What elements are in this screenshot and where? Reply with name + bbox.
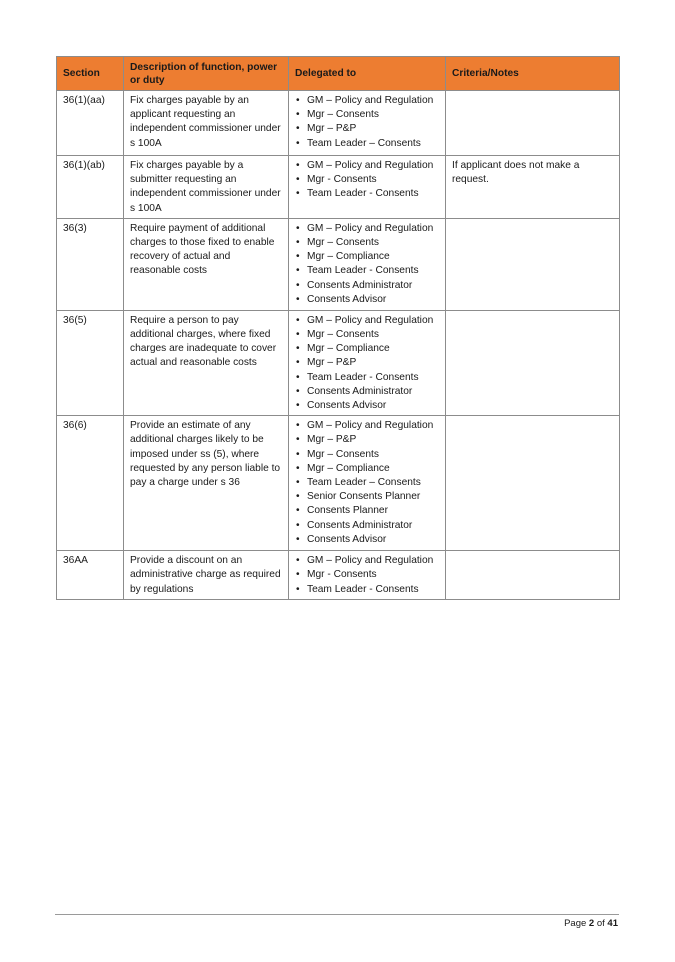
cell-section: 36(3) — [56, 217, 124, 311]
delegate-list: GM – Policy and RegulationMgr – Consents… — [295, 314, 439, 414]
table-row: 36(6) Provide an estimate of any addition… — [56, 415, 620, 552]
delegate-list-item: Team Leader – Consents — [296, 476, 439, 490]
cell-section: 36(1)(aa) — [56, 90, 124, 156]
delegate-list: GM – Policy and RegulationMgr – Consents… — [295, 222, 439, 307]
delegate-list-item: GM – Policy and Regulation — [296, 314, 439, 328]
delegate-list: GM – Policy and RegulationMgr – Consents… — [295, 94, 439, 151]
delegate-list-item: GM – Policy and Regulation — [296, 94, 439, 108]
delegate-list-item: Consents Advisor — [296, 399, 439, 413]
table-header-row: Section Description of function, power o… — [56, 56, 620, 91]
cell-description: Provide an estimate of any additional ch… — [123, 415, 289, 552]
delegate-list-item: Consents Advisor — [296, 533, 439, 547]
cell-section: 36(5) — [56, 309, 124, 417]
delegate-list: GM – Policy and RegulationMgr - Consents… — [295, 554, 439, 597]
delegate-list-item: Mgr - Consents — [296, 568, 439, 582]
table-row: 36AA Provide a discount on an administrat… — [56, 550, 620, 601]
delegate-list-item: Mgr – Consents — [296, 328, 439, 342]
header-criteria-notes: Criteria/Notes — [445, 56, 620, 91]
delegate-list-item: Mgr – Compliance — [296, 250, 439, 264]
cell-delegated-to: GM – Policy and RegulationMgr – Consents… — [288, 90, 446, 156]
delegate-list-item: Senior Consents Planner — [296, 490, 439, 504]
delegate-list: GM – Policy and RegulationMgr – P&PMgr –… — [295, 419, 439, 547]
header-delegated-to: Delegated to — [288, 56, 446, 91]
delegate-list-item: GM – Policy and Regulation — [296, 159, 439, 173]
delegate-list-item: Mgr - Consents — [296, 173, 439, 187]
cell-delegated-to: GM – Policy and RegulationMgr – P&PMgr –… — [288, 415, 446, 552]
delegate-list-item: GM – Policy and Regulation — [296, 554, 439, 568]
cell-delegated-to: GM – Policy and RegulationMgr – Consents… — [288, 217, 446, 311]
cell-description: Require payment of additional charges to… — [123, 217, 289, 311]
delegate-list-item: Mgr – P&P — [296, 122, 439, 136]
delegate-list-item: Consents Administrator — [296, 279, 439, 293]
cell-criteria-notes — [445, 309, 620, 417]
delegate-list-item: Mgr – Consents — [296, 108, 439, 122]
page-prefix: Page — [564, 918, 587, 929]
cell-section: 36AA — [56, 550, 124, 601]
delegate-list-item: Mgr – Consents — [296, 448, 439, 462]
delegate-list-item: Mgr – Consents — [296, 236, 439, 250]
delegate-list-item: Consents Administrator — [296, 385, 439, 399]
cell-delegated-to: GM – Policy and RegulationMgr - Consents… — [288, 550, 446, 601]
delegate-list-item: Consents Planner — [296, 504, 439, 518]
delegate-list-item: Consents Advisor — [296, 293, 439, 307]
cell-section: 36(1)(ab) — [56, 155, 124, 219]
delegate-list-item: Team Leader - Consents — [296, 371, 439, 385]
delegate-list-item: GM – Policy and Regulation — [296, 222, 439, 236]
delegate-list-item: Team Leader – Consents — [296, 137, 439, 151]
table-row: 36(1)(aa) Fix charges payable by an appli… — [56, 90, 620, 156]
cell-description: Fix charges payable by a submitter reque… — [123, 155, 289, 219]
cell-delegated-to: GM – Policy and RegulationMgr - Consents… — [288, 155, 446, 219]
cell-criteria-notes — [445, 550, 620, 601]
cell-section: 36(6) — [56, 415, 124, 552]
delegate-list-item: GM – Policy and Regulation — [296, 419, 439, 433]
cell-criteria-notes: If applicant does not make a request. — [445, 155, 620, 219]
page-number: Page 2 of 41 — [564, 918, 618, 929]
cell-description: Fix charges payable by an applicant requ… — [123, 90, 289, 156]
delegate-list-item: Team Leader - Consents — [296, 583, 439, 597]
document-page: Section Description of function, power o… — [0, 0, 675, 962]
page-of: of — [596, 918, 605, 929]
delegate-list-item: Team Leader - Consents — [296, 264, 439, 278]
delegate-list: GM – Policy and RegulationMgr - Consents… — [295, 159, 439, 202]
cell-description: Provide a discount on an administrative … — [123, 550, 289, 601]
table-row: 36(5) Require a person to pay additional … — [56, 309, 620, 417]
footer-divider — [55, 914, 619, 915]
header-section: Section — [56, 56, 124, 91]
header-description: Description of function, power or duty — [123, 56, 289, 91]
delegate-list-item: Mgr – P&P — [296, 433, 439, 447]
cell-criteria-notes — [445, 415, 620, 552]
delegate-list-item: Consents Administrator — [296, 519, 439, 533]
cell-description: Require a person to pay additional charg… — [123, 309, 289, 417]
cell-criteria-notes — [445, 217, 620, 311]
delegate-list-item: Mgr – P&P — [296, 356, 439, 370]
delegations-table: Section Description of function, power o… — [56, 56, 620, 601]
delegate-list-item: Team Leader - Consents — [296, 187, 439, 201]
cell-delegated-to: GM – Policy and RegulationMgr – Consents… — [288, 309, 446, 417]
cell-criteria-notes — [445, 90, 620, 156]
table-row: 36(3) Require payment of additional charg… — [56, 217, 620, 311]
table-row: 36(1)(ab) Fix charges payable by a submit… — [56, 155, 620, 219]
delegate-list-item: Mgr – Compliance — [296, 462, 439, 476]
page-current: 2 — [588, 918, 595, 929]
delegate-list-item: Mgr – Compliance — [296, 342, 439, 356]
page-total: 41 — [607, 918, 618, 929]
